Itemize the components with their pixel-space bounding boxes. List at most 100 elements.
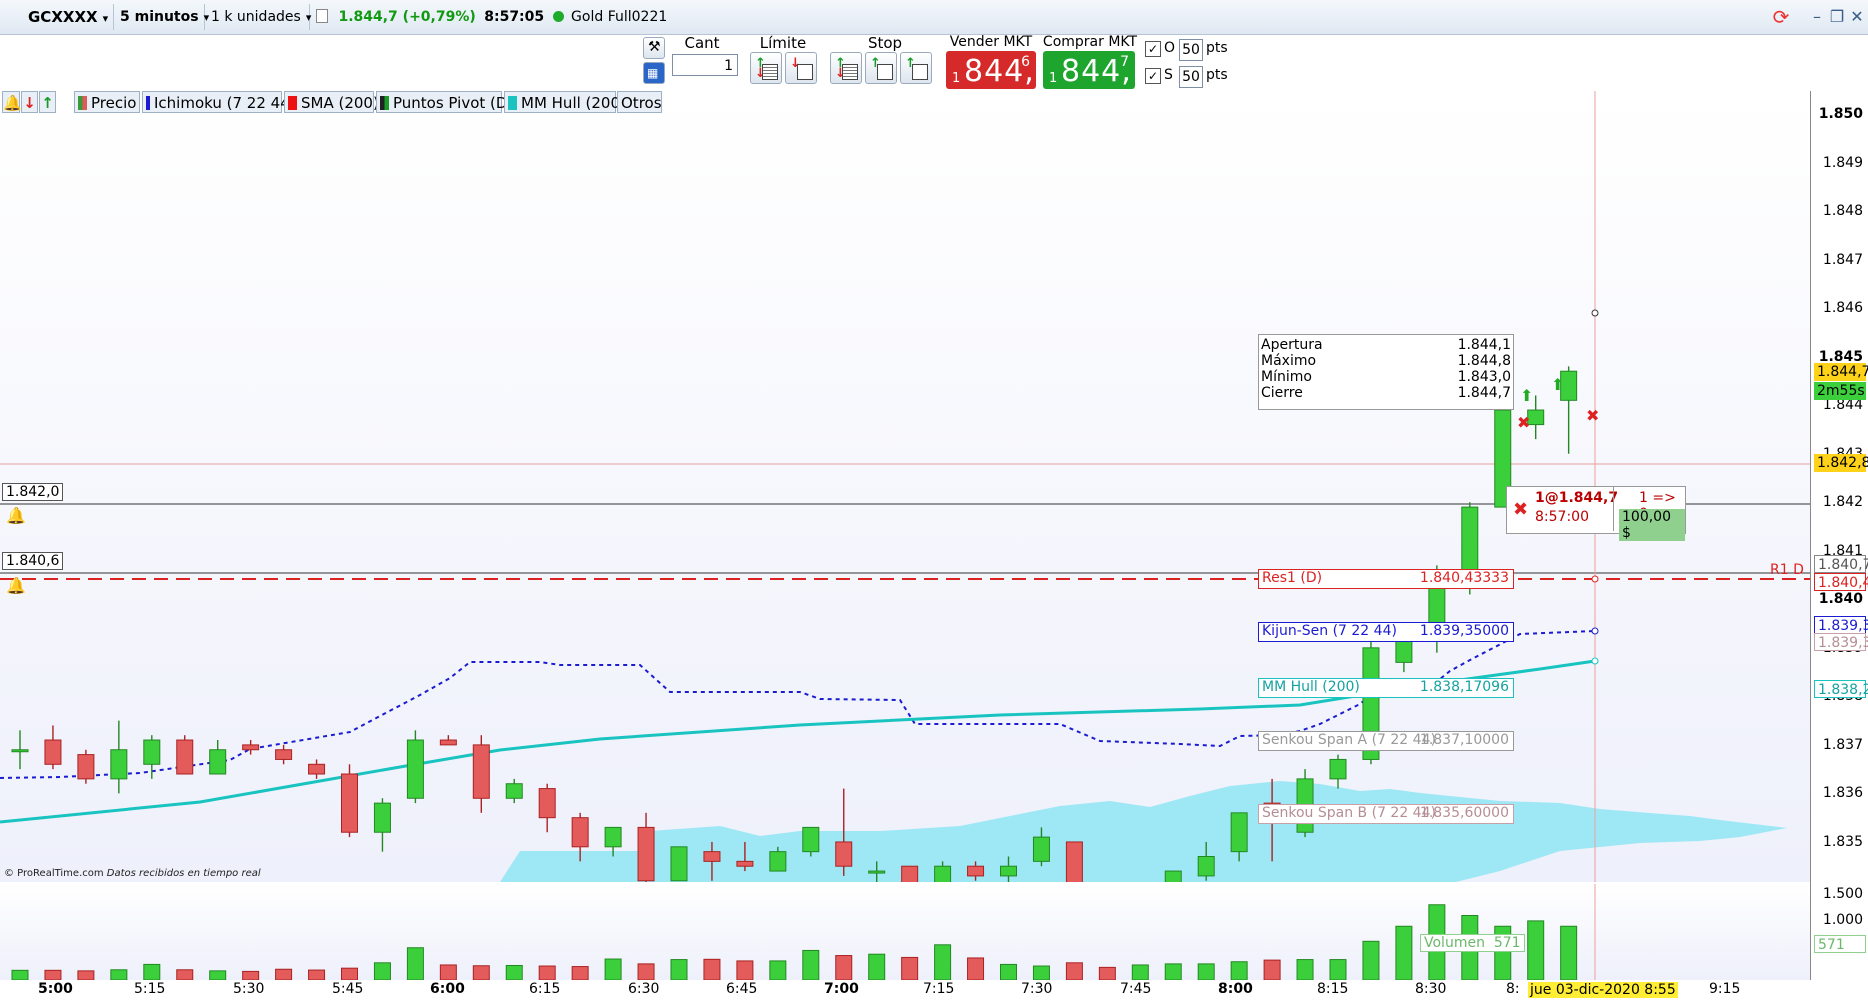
- volume-bar: [11, 969, 29, 980]
- candle-body: [176, 739, 194, 775]
- refresh-icon[interactable]: ⟳: [1770, 6, 1792, 28]
- keyboard-icon[interactable]: ▦: [643, 62, 665, 84]
- kijun-point: [1591, 627, 1599, 635]
- buy-market-button[interactable]: 1 844, 7: [1043, 51, 1135, 89]
- order-position-tag[interactable]: ✖ 1@1.844,7 8:57:00 1 => 0 100,00 $: [1506, 486, 1686, 541]
- volume-bar: [1296, 959, 1314, 980]
- time-tick-label: 7:00: [824, 981, 859, 997]
- candle-body: [439, 739, 457, 746]
- instrument-selector[interactable]: GCXXXX: [22, 4, 114, 30]
- sell-arrow-icon[interactable]: ↓: [21, 91, 38, 113]
- order-panel: ⚒ ▦ Cant 1 Límite ↑ ↓ ↓ Stop ↑ ↓ ↑ ↑ Vende…: [640, 34, 1240, 90]
- source-credit: © ProRealTime.com Datos recibidos en tie…: [4, 868, 261, 879]
- alert-bell-icon[interactable]: 🔔: [2, 91, 22, 113]
- hull-tag: MM Hull (200) 1.838,17096: [1258, 678, 1514, 698]
- minimize-icon[interactable]: –: [1806, 6, 1828, 28]
- level-price-tag: 1.839,3: [1814, 616, 1868, 634]
- cant-input[interactable]: 1: [672, 54, 738, 76]
- buy-limit-icon[interactable]: ↑ ↓: [750, 52, 782, 84]
- ohlc-row: Mínimo 1.843,0: [1261, 369, 1511, 385]
- time-tick-label: 5:00: [38, 981, 73, 997]
- units-label: 1 k unidades: [211, 9, 301, 25]
- time-axis[interactable]: 5:00 5:15 5:30 5:45 6:00 6:15 6:30 6:45 7:00 7:15…: [0, 980, 1868, 1000]
- alert-level-2[interactable]: 1.840,6: [2, 552, 64, 570]
- indicator-pivot[interactable]: Puntos Pivot (D): [376, 91, 513, 113]
- volume-bar: [1329, 959, 1347, 980]
- price-tick-label: 1.847: [1822, 251, 1863, 268]
- res1-tag: Res1 (D) 1.840,43333: [1258, 569, 1514, 589]
- volume-chart-svg: [11, 884, 1596, 980]
- ohlc-row: Cierre 1.844,7: [1261, 385, 1511, 401]
- candle-body: [967, 865, 985, 877]
- senkou-b-tag: Senkou Span B (7 22 44) 1.835,60000: [1258, 804, 1514, 824]
- res1-point: [1591, 575, 1599, 583]
- level-price-tag: 1.840,7: [1814, 555, 1868, 573]
- countdown-tag: 2m55s: [1814, 382, 1866, 400]
- stop-loss-checkbox[interactable]: ✓: [1145, 68, 1161, 84]
- wrench-icon[interactable]: ⚒: [643, 37, 665, 59]
- price-tick-label: 1.850: [1818, 106, 1863, 122]
- candle-body: [1164, 870, 1182, 882]
- candle-body: [472, 744, 490, 799]
- o-input[interactable]: 50: [1179, 39, 1203, 61]
- ohlc-row: Apertura 1.844,1: [1261, 337, 1511, 353]
- time-tick-label: 6:15: [529, 981, 561, 997]
- time-tick-label: 9:15: [1709, 981, 1741, 997]
- kijun-line: [0, 630, 1596, 779]
- price-change: 1.844,7 (+0,79%): [338, 9, 476, 25]
- price-tick-label: 1.849: [1822, 154, 1863, 171]
- volume-bar: [472, 965, 490, 980]
- timeframe-selector[interactable]: 5 minutos: [114, 4, 205, 30]
- units-selector[interactable]: 1 k unidades: [205, 4, 310, 30]
- volume-bar: [143, 963, 161, 980]
- candle-body: [1461, 506, 1479, 576]
- volume-bar: [1164, 963, 1182, 980]
- take-profit-checkbox[interactable]: ✓: [1145, 41, 1161, 57]
- volume-bar: [110, 969, 128, 980]
- indicator-ichimoku[interactable]: Ichimoku (7 22 44): [142, 91, 296, 113]
- time-tick-label: 7:15: [923, 981, 955, 997]
- price-tick-label: 1.836: [1822, 785, 1863, 802]
- close-order-icon[interactable]: ✖: [1513, 499, 1528, 520]
- candle-body: [77, 754, 95, 780]
- sell-stop-icon[interactable]: ↑: [865, 52, 897, 84]
- candle-body: [341, 773, 358, 833]
- pts-label: pts: [1206, 67, 1228, 83]
- time-tick-label: 6:00: [430, 981, 465, 997]
- trailing-stop-icon[interactable]: ↑: [900, 52, 932, 84]
- ichimoku-cloud: [500, 781, 1787, 882]
- indicator-precio[interactable]: Precio: [74, 91, 140, 113]
- buy-stop-icon[interactable]: ↑ ↓: [830, 52, 862, 84]
- current-price-tag: 1.844,7: [1814, 363, 1868, 381]
- kijun-tag: Kijun-Sen (7 22 44) 1.839,35000: [1258, 622, 1514, 642]
- buy-arrow-icon[interactable]: ↑: [39, 91, 56, 113]
- price-axis[interactable]: 1.8501.8491.8481.8471.8461.8451.8441.843…: [1810, 91, 1868, 980]
- sell-limit-icon[interactable]: ↓: [785, 52, 817, 84]
- volume-chart[interactable]: [0, 884, 1810, 980]
- order-pnl: 100,00 $: [1619, 509, 1685, 541]
- hull-point: [1591, 657, 1599, 665]
- alert-level-1[interactable]: 1.842,0: [2, 483, 64, 501]
- sell-marker-icon: ✖: [1517, 413, 1530, 432]
- pts-label: pts: [1206, 40, 1228, 56]
- candle-body: [538, 788, 556, 819]
- time-tick-label: 5:45: [332, 981, 364, 997]
- volume-bar: [406, 947, 424, 980]
- time-tick-label: 8:: [1506, 981, 1520, 997]
- close-icon[interactable]: ✕: [1846, 6, 1868, 28]
- volume-bar: [703, 958, 721, 980]
- volume-bar: [176, 969, 194, 980]
- indicator-otros[interactable]: Otros: [617, 91, 662, 113]
- volume-tick-label: 1.500: [1822, 886, 1863, 902]
- alert-bell-icon[interactable]: 🔔: [6, 506, 26, 525]
- volume-tag: Volumen 571: [1420, 934, 1525, 952]
- stop-label: Stop: [867, 34, 903, 52]
- indicator-sma[interactable]: SMA (200): [284, 91, 379, 113]
- alert-bell-icon[interactable]: 🔔: [6, 576, 26, 595]
- restore-icon[interactable]: ❐: [1826, 6, 1848, 28]
- sell-market-button[interactable]: 1 844, 6: [946, 51, 1036, 89]
- price-status: 1.844,7 (+0,79%) 8:57:05 Gold Full0221: [310, 4, 673, 30]
- indicator-hull[interactable]: MM Hull (200): [504, 91, 626, 113]
- s-input[interactable]: 50: [1179, 66, 1203, 88]
- price-tick-label: 1.848: [1822, 203, 1863, 220]
